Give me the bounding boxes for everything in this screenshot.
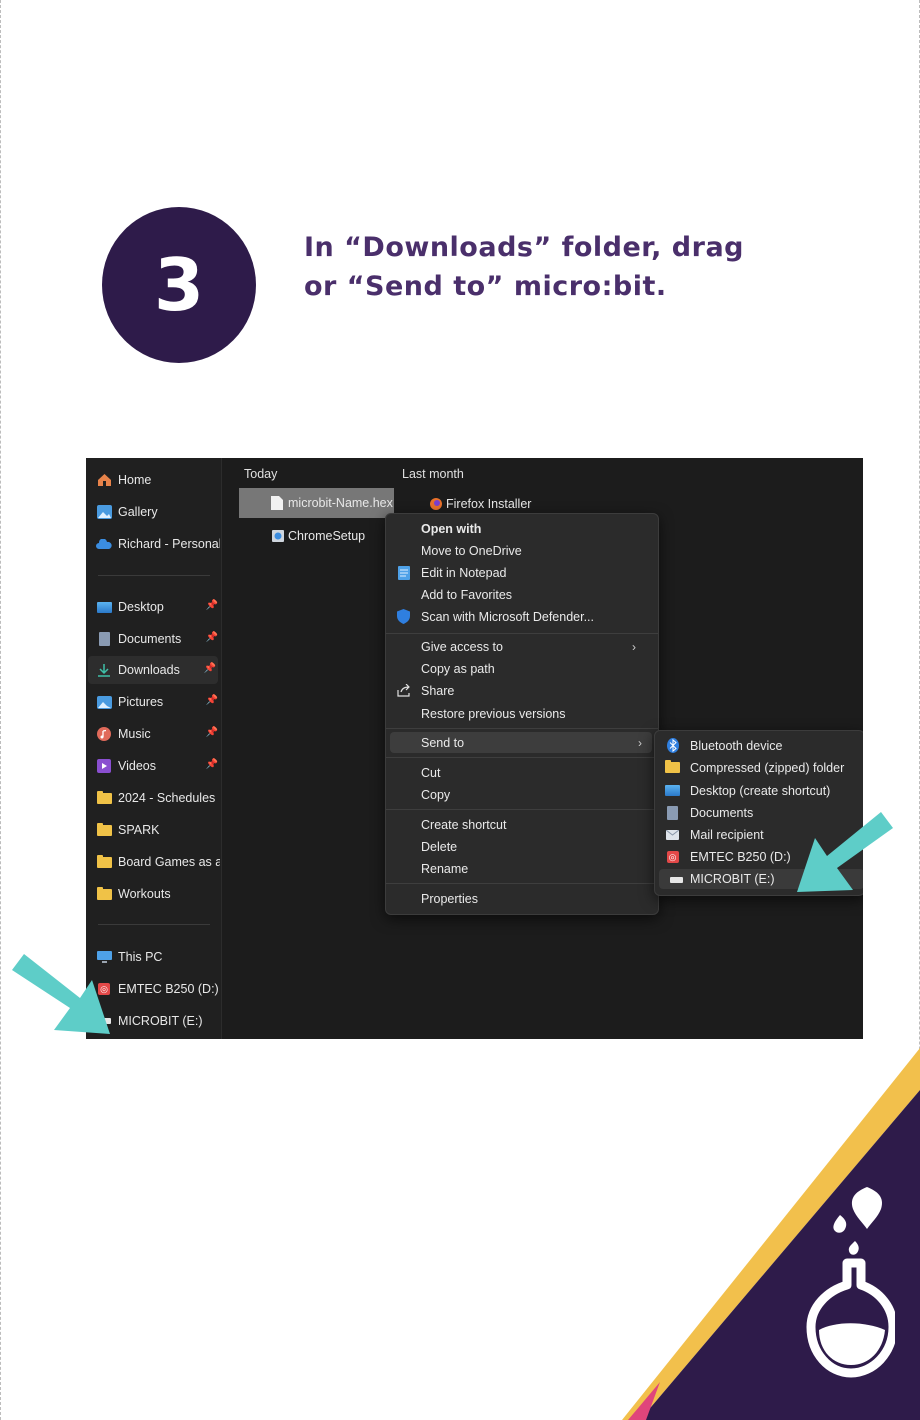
corner-decoration <box>622 1048 920 1420</box>
flask-logo-icon <box>806 1187 895 1378</box>
